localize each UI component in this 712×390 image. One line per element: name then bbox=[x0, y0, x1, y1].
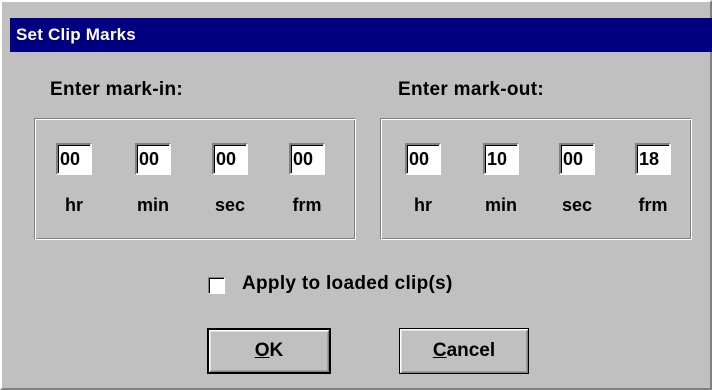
ok-button[interactable]: OK bbox=[207, 328, 331, 374]
mark-out-min-input[interactable] bbox=[483, 143, 519, 175]
mark-in-frm-unit: frm bbox=[292, 195, 322, 215]
mark-out-sec-input[interactable] bbox=[559, 143, 595, 175]
mark-in-label: Enter mark-in: bbox=[50, 79, 184, 100]
mark-out-hr-unit: hr bbox=[414, 195, 432, 215]
cancel-button[interactable]: Cancel bbox=[399, 328, 529, 374]
mark-out-min-unit: min bbox=[484, 195, 517, 215]
dialog-title: Set Clip Marks bbox=[10, 18, 712, 52]
mark-out-sec-unit: sec bbox=[561, 195, 593, 215]
mark-out-label: Enter mark-out: bbox=[398, 79, 544, 100]
mark-out-hr-input[interactable] bbox=[405, 143, 441, 175]
mark-out-frm-unit: frm bbox=[638, 195, 668, 215]
mark-out-group: hr min sec frm bbox=[380, 118, 692, 240]
mark-in-hr-unit: hr bbox=[65, 195, 83, 215]
mark-out-frm-input[interactable] bbox=[635, 143, 671, 175]
mark-in-group: hr min sec frm bbox=[34, 118, 356, 240]
mark-in-min-unit: min bbox=[136, 195, 169, 215]
mark-in-sec-input[interactable] bbox=[212, 143, 248, 175]
ok-mnemonic: O bbox=[254, 340, 270, 361]
mark-in-sec-unit: sec bbox=[214, 195, 246, 215]
set-clip-marks-dialog: Set Clip Marks Enter mark-in: Enter mark… bbox=[0, 0, 712, 390]
apply-to-loaded-clips-checkbox[interactable] bbox=[208, 277, 225, 294]
ok-label-rest: K bbox=[269, 340, 284, 361]
mark-in-hr-input[interactable] bbox=[56, 143, 92, 175]
mark-in-frm-input[interactable] bbox=[289, 143, 325, 175]
apply-to-loaded-clips-label[interactable]: Apply to loaded clip(s) bbox=[242, 273, 453, 295]
cancel-mnemonic: C bbox=[432, 340, 447, 361]
mark-in-min-input[interactable] bbox=[135, 143, 171, 175]
cancel-label-rest: ancel bbox=[446, 340, 496, 361]
